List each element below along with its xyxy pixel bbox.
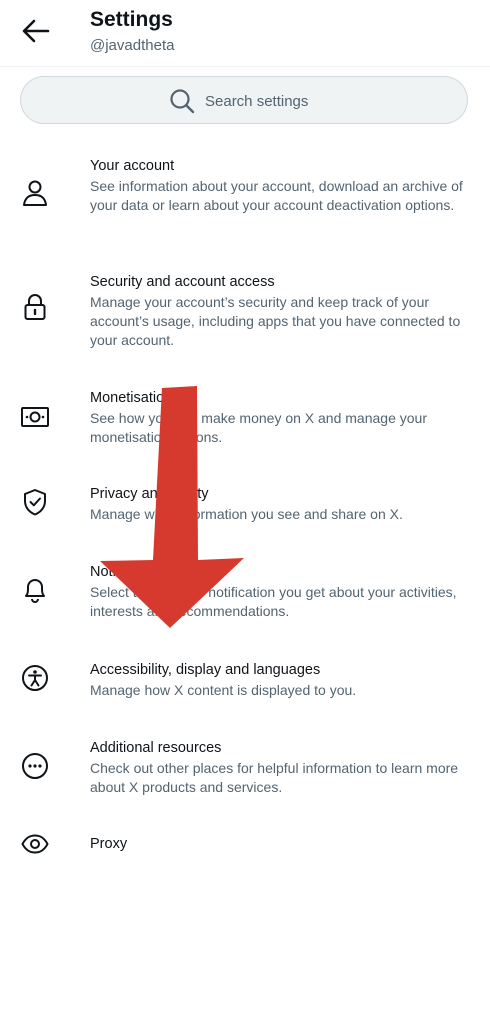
settings-item-proxy[interactable]: Proxy — [0, 828, 490, 868]
settings-item-your-account[interactable]: Your account See information about your … — [0, 150, 490, 250]
item-description: Select the kinds of notification you get… — [90, 584, 457, 619]
item-title: Monetisation — [90, 390, 173, 406]
more-circle-icon — [22, 753, 48, 779]
arrow-left-icon[interactable] — [18, 16, 52, 46]
person-icon — [23, 180, 47, 206]
settings-item-notifications[interactable]: Notifications Select the kinds of notifi… — [0, 556, 490, 636]
page-title: Settings — [90, 8, 173, 31]
search-placeholder: Search settings — [205, 93, 309, 110]
item-title: Proxy — [90, 836, 128, 852]
item-title: Your account — [90, 158, 175, 174]
settings-item-monetisation[interactable]: Monetisation See how you can make money … — [0, 382, 490, 462]
eye-icon — [21, 834, 49, 854]
item-description: See information about your account, down… — [90, 178, 463, 213]
item-description: See how you can make money on X and mana… — [90, 410, 427, 445]
settings-item-additional-resources[interactable]: Additional resources Check out other pla… — [0, 732, 490, 812]
settings-item-accessibility[interactable]: Accessibility, display and languages Man… — [0, 654, 490, 714]
lock-icon — [24, 294, 46, 320]
money-icon — [21, 407, 49, 427]
item-title: Notifications — [90, 564, 169, 580]
search-icon — [170, 89, 195, 114]
item-title: Security and account access — [90, 274, 275, 290]
header: Settings @javadtheta — [0, 0, 490, 67]
item-description: Manage how X content is displayed to you… — [90, 682, 357, 698]
account-handle: @javadtheta — [90, 37, 175, 54]
accessibility-icon — [22, 665, 48, 691]
item-title: Additional resources — [90, 740, 222, 756]
settings-item-security[interactable]: Security and account access Manage your … — [0, 266, 490, 366]
item-title: Accessibility, display and languages — [90, 662, 321, 678]
shield-check-icon — [24, 489, 46, 516]
item-description: Manage what information you see and shar… — [90, 506, 403, 522]
item-title: Privacy and safety — [90, 486, 209, 502]
settings-item-privacy[interactable]: Privacy and safety Manage what informati… — [0, 478, 490, 538]
item-description: Manage your account’s security and keep … — [90, 294, 461, 348]
bell-icon — [25, 579, 45, 603]
search-input[interactable]: Search settings — [20, 76, 468, 124]
item-description: Check out other places for helpful infor… — [90, 760, 459, 795]
